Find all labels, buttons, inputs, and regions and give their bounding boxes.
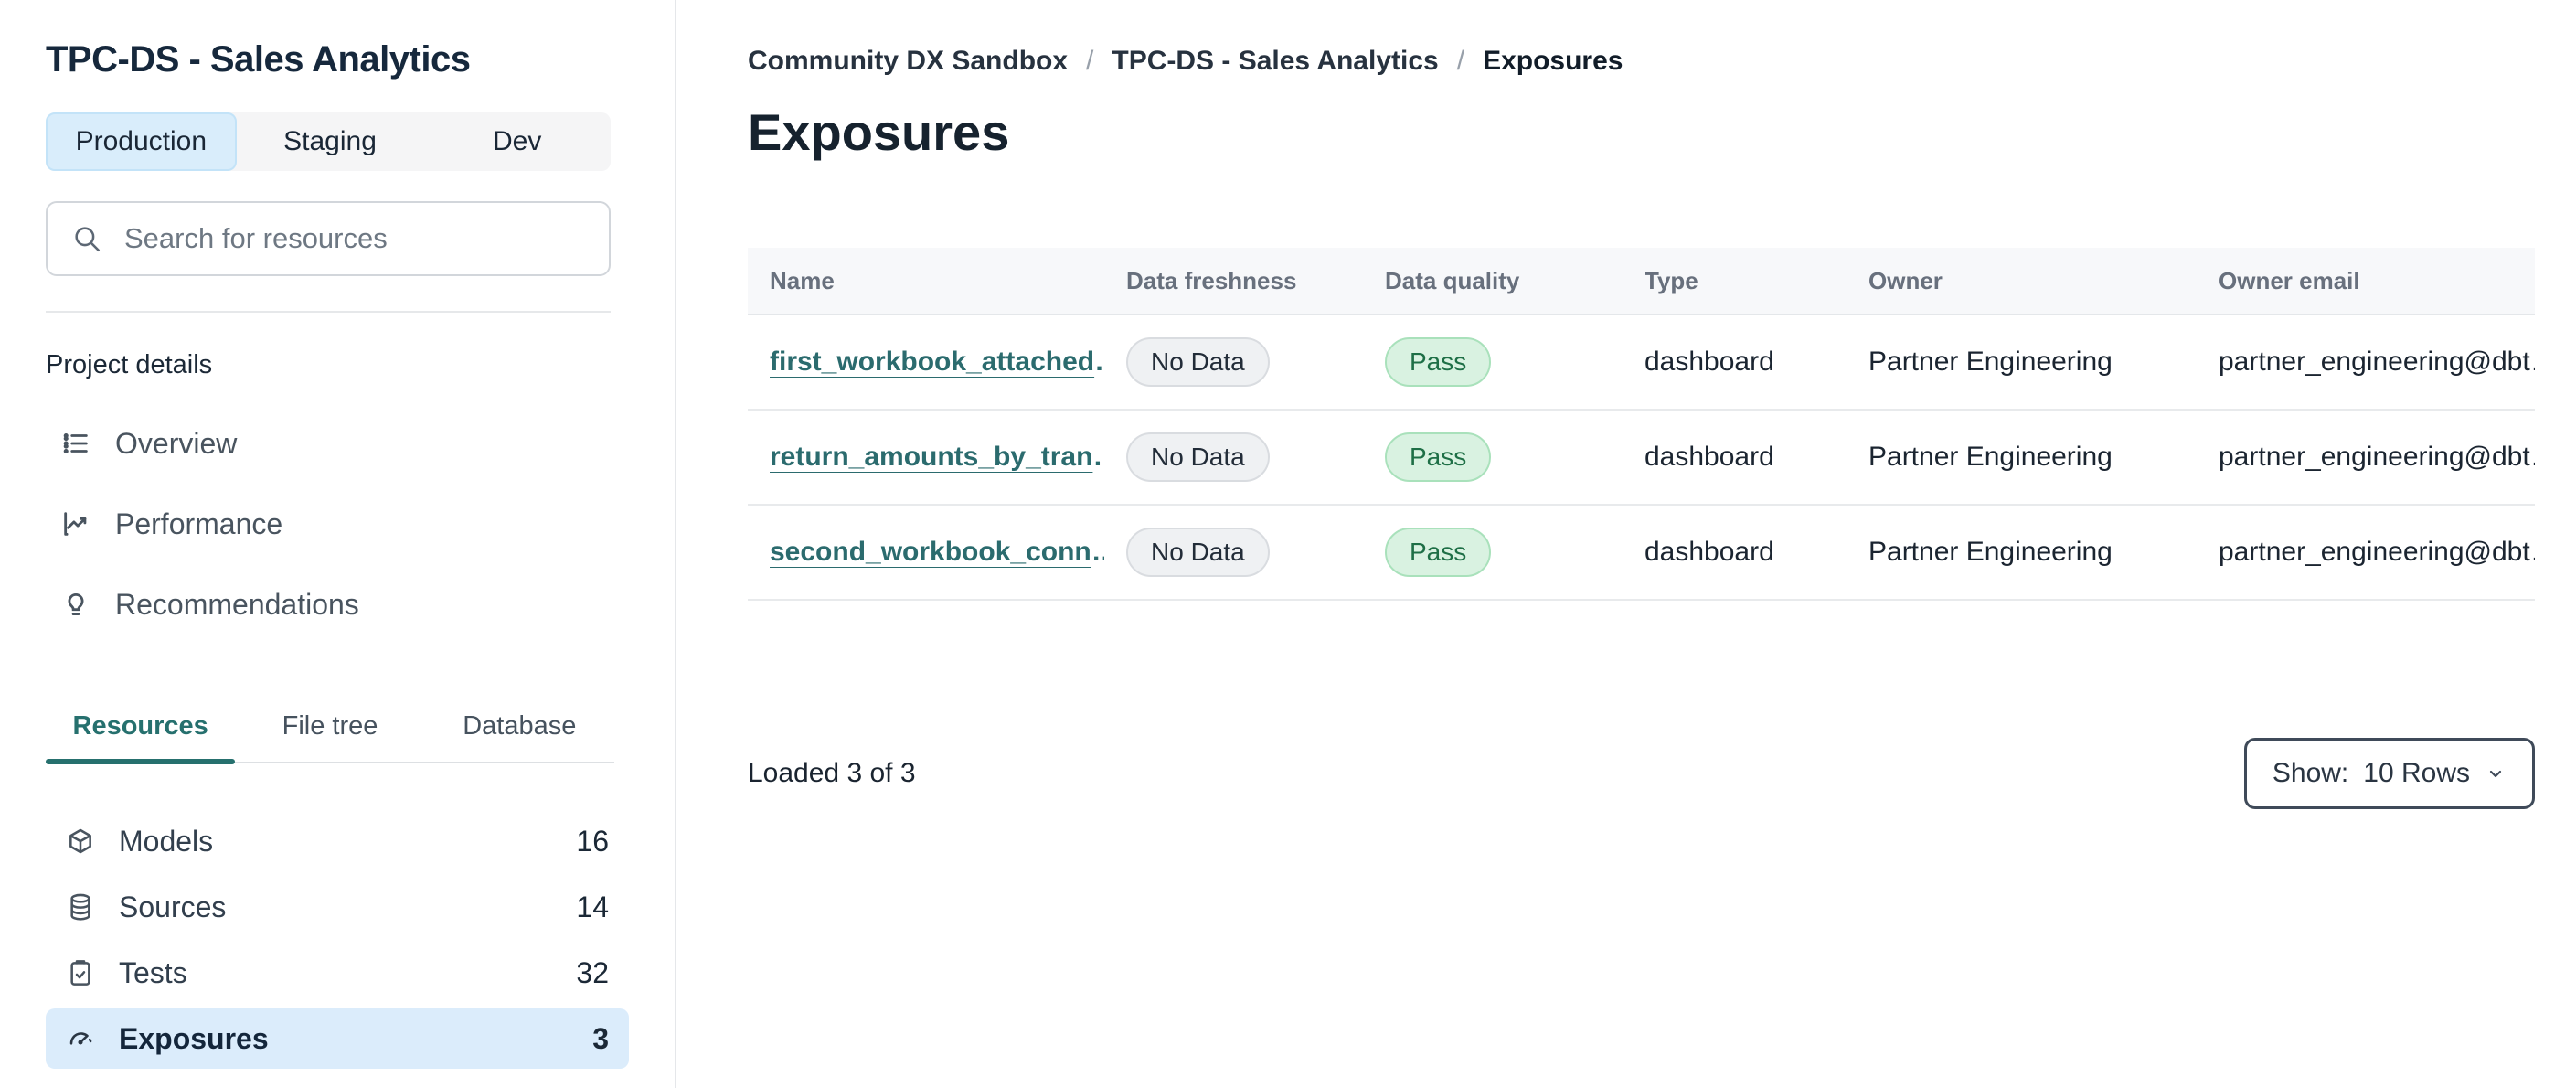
quality-badge: Pass: [1385, 432, 1492, 482]
resource-tabs: Resources File tree Database: [46, 706, 614, 764]
breadcrumb-separator: /: [1086, 46, 1094, 76]
resource-count: 14: [576, 890, 609, 923]
search-input[interactable]: Search for resources: [46, 201, 611, 276]
resource-item-label: Sources: [119, 890, 227, 923]
gauge-icon: [66, 1024, 95, 1053]
tab-file-tree[interactable]: File tree: [235, 706, 424, 762]
column-header-owner-email: Owner email: [2219, 266, 2360, 294]
env-tab-production[interactable]: Production: [46, 112, 237, 171]
nav-item-recommendations[interactable]: Recommendations: [46, 564, 629, 645]
resource-item-exposures[interactable]: Exposures 3: [46, 1008, 629, 1069]
resource-item-label: Tests: [119, 955, 187, 989]
search-placeholder: Search for resources: [124, 222, 388, 254]
resource-item-label: Models: [119, 824, 214, 858]
resource-count: 3: [592, 1021, 609, 1055]
project-details-label: Project details: [46, 350, 213, 379]
exposure-type: dashboard: [1645, 347, 1774, 377]
freshness-badge: No Data: [1126, 337, 1270, 387]
breadcrumb: Community DX Sandbox / TPC-DS - Sales An…: [748, 46, 2537, 77]
show-rows-value: 10 Rows: [2363, 758, 2470, 788]
tab-database[interactable]: Database: [425, 706, 614, 762]
nav-item-performance[interactable]: Performance: [46, 484, 629, 564]
resource-list: Models 16 Sources 14 Tests 32 Exposures …: [46, 811, 629, 1088]
page-title: Exposures: [748, 103, 1010, 161]
exposure-owner: Partner Engineering: [1868, 347, 2113, 377]
exposure-owner-email: partner_engineering@dbt…: [2219, 442, 2535, 472]
cube-icon: [66, 827, 95, 856]
nav-item-label: Recommendations: [115, 587, 359, 621]
column-header-data-quality: Data quality: [1385, 266, 1520, 294]
exposure-name-link[interactable]: first_workbook_attached…: [770, 347, 1104, 377]
table-header-row: Name Data freshness Data quality Type Ow…: [748, 248, 2535, 315]
tab-resources[interactable]: Resources: [46, 706, 236, 764]
lightbulb-icon: [60, 589, 91, 620]
exposure-owner-email: partner_engineering@dbt…: [2219, 347, 2535, 377]
nav-item-label: Overview: [115, 426, 238, 460]
column-header-type: Type: [1645, 266, 1698, 294]
resource-item-tests[interactable]: Tests 32: [46, 943, 629, 1003]
env-tab-staging[interactable]: Staging: [237, 112, 424, 171]
exposure-name-link[interactable]: return_amounts_by_tran…: [770, 442, 1104, 472]
column-header-name: Name: [770, 266, 835, 294]
freshness-badge: No Data: [1126, 432, 1270, 482]
exposure-owner: Partner Engineering: [1868, 442, 2113, 472]
env-tab-dev[interactable]: Dev: [423, 112, 611, 171]
exposure-type: dashboard: [1645, 537, 1774, 567]
show-rows-label: Show:: [2272, 758, 2349, 788]
resource-item-label: Exposures: [119, 1021, 269, 1055]
list-icon: [60, 428, 91, 459]
table-row: return_amounts_by_tran… No Data Pass das…: [748, 411, 2535, 506]
nav-item-label: Performance: [115, 507, 283, 540]
sidebar-divider: [46, 311, 611, 313]
resource-count: 32: [576, 955, 609, 989]
sidebar: TPC-DS - Sales Analytics Production Stag…: [0, 0, 676, 1088]
breadcrumb-current: Exposures: [1483, 46, 1623, 76]
quality-badge: Pass: [1385, 528, 1492, 577]
exposures-table: Name Data freshness Data quality Type Ow…: [748, 248, 2535, 601]
environment-tabs: Production Staging Dev: [46, 112, 611, 171]
table-row: first_workbook_attached… No Data Pass da…: [748, 315, 2535, 411]
project-nav: Overview Performance Recommendations: [46, 403, 629, 645]
resource-item-sources[interactable]: Sources 14: [46, 877, 629, 937]
exposure-name-link[interactable]: second_workbook_conn…: [770, 537, 1104, 567]
exposure-owner-email: partner_engineering@dbt…: [2219, 537, 2535, 567]
chart-line-icon: [60, 508, 91, 539]
column-header-owner: Owner: [1868, 266, 1943, 294]
breadcrumb-account[interactable]: Community DX Sandbox: [748, 46, 1068, 77]
loaded-status: Loaded 3 of 3: [748, 758, 916, 788]
chevron-down-icon: [2485, 763, 2507, 784]
resource-item-partial[interactable]: [46, 1074, 629, 1088]
project-title: TPC-DS - Sales Analytics: [46, 39, 471, 80]
main-content: Community DX Sandbox / TPC-DS - Sales An…: [676, 0, 2576, 1088]
breadcrumb-separator: /: [1456, 46, 1465, 76]
nav-item-overview[interactable]: Overview: [46, 403, 629, 484]
column-header-data-freshness: Data freshness: [1126, 266, 1297, 294]
resource-item-models[interactable]: Models 16: [46, 811, 629, 871]
resource-count: 16: [576, 824, 609, 858]
clipboard-check-icon: [66, 958, 95, 987]
breadcrumb-project[interactable]: TPC-DS - Sales Analytics: [1112, 46, 1438, 77]
table-footer: Loaded 3 of 3 Show: 10 Rows: [748, 738, 2535, 809]
show-rows-dropdown[interactable]: Show: 10 Rows: [2243, 738, 2535, 809]
quality-badge: Pass: [1385, 337, 1492, 387]
exposure-owner: Partner Engineering: [1868, 537, 2113, 567]
search-icon: [71, 223, 102, 254]
exposure-type: dashboard: [1645, 442, 1774, 472]
table-row: second_workbook_conn… No Data Pass dashb…: [748, 506, 2535, 601]
database-icon: [66, 892, 95, 922]
freshness-badge: No Data: [1126, 528, 1270, 577]
